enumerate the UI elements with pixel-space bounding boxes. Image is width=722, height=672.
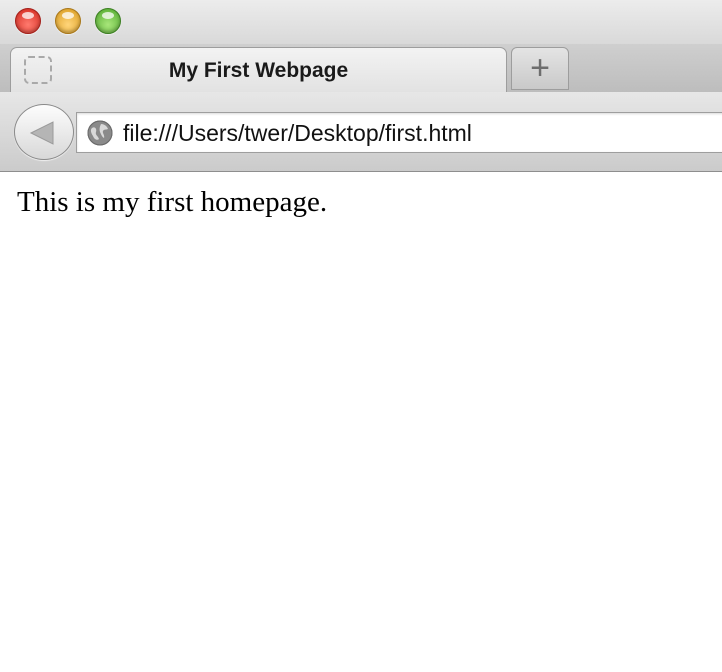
navigation-toolbar: file:///Users/twer/Desktop/first.html xyxy=(0,92,722,172)
page-content: This is my first homepage. xyxy=(0,172,722,672)
browser-window: My First Webpage + file:///Users/twer/De… xyxy=(0,0,722,672)
page-paragraph: This is my first homepage. xyxy=(17,186,328,218)
tab-title: My First Webpage xyxy=(168,59,349,82)
title-bar xyxy=(0,0,722,44)
minimize-window-button[interactable] xyxy=(55,8,81,34)
address-bar[interactable]: file:///Users/twer/Desktop/first.html xyxy=(76,112,722,153)
new-tab-button[interactable]: + xyxy=(511,47,569,90)
back-button[interactable] xyxy=(14,104,74,160)
tab-my-first-webpage[interactable]: My First Webpage xyxy=(10,47,507,93)
tab-strip: My First Webpage + xyxy=(0,44,722,93)
url-text: file:///Users/twer/Desktop/first.html xyxy=(123,120,472,146)
globe-icon xyxy=(87,120,113,146)
zoom-window-button[interactable] xyxy=(95,8,121,34)
close-window-button[interactable] xyxy=(15,8,41,34)
back-arrow-icon xyxy=(29,121,54,145)
